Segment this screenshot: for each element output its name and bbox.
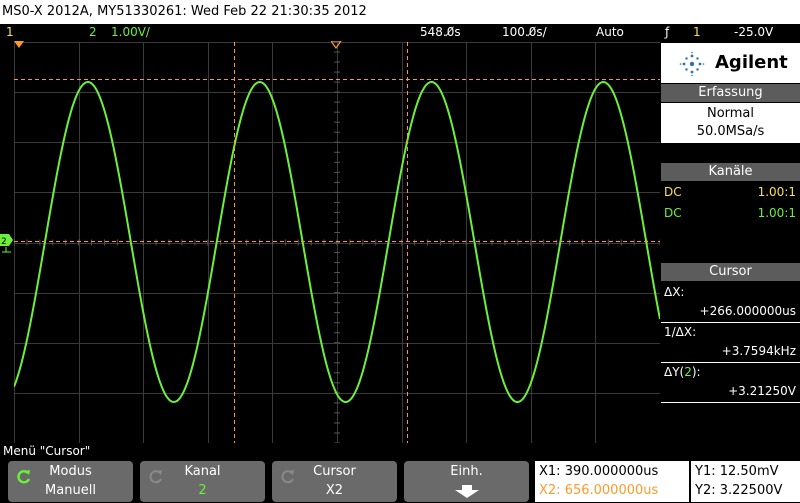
trigger-source: 1 (693, 25, 701, 39)
channel-2-ground-marker[interactable]: 2 (0, 232, 14, 254)
side-panel: Agilent Erfassung Normal 50.0MSa/s Kanäl… (661, 41, 800, 443)
cursor-y-readout: Y1: 12.50mV Y2: 3.22500V (691, 461, 800, 502)
channels-box: DC 1.00:1 DC 1.00:1 (661, 182, 800, 224)
softkey-cursor[interactable]: Cursor X2 (272, 461, 397, 502)
channel-2-indicator[interactable]: 2 (89, 24, 97, 41)
softkey-units-title: Einh. (450, 464, 483, 479)
inverse-delta-x-label: 1/ΔX: (664, 325, 697, 339)
channel-1-probe: 1.00:1 (757, 185, 796, 199)
agilent-spark-icon (679, 51, 705, 77)
acquisition-mode: Normal (706, 106, 755, 121)
acquisition-box: Normal 50.0MSa/s (661, 103, 800, 143)
softkey-cursor-value: X2 (325, 483, 344, 498)
softkey-mode-value: Manuell (45, 483, 96, 498)
time-reference-marker (331, 41, 342, 49)
time-scale: 100.0̸s/ (502, 25, 547, 39)
channel-1-indicator[interactable]: 1 (6, 24, 14, 41)
channel-2-coupling: DC (664, 206, 682, 220)
channel-1-coupling: DC (664, 185, 682, 199)
cursor-box: ΔX: +266.000000us 1/ΔX: +3.7594kHz ΔY(2)… (661, 282, 800, 407)
brand-logo: Agilent (715, 52, 788, 73)
softkey-mode-title: Modus (49, 464, 92, 479)
menu-label: Menü "Cursor" (3, 444, 91, 458)
time-delay: 548.0̸s (420, 25, 461, 39)
softkey-cursor-title: Cursor (313, 464, 356, 479)
divider (661, 362, 800, 363)
cursor-x-readout: X1: 390.000000us X2: 656.000000us (535, 461, 689, 502)
softkey-units[interactable]: Einh. (404, 461, 529, 502)
channel-2-probe: 1.00:1 (757, 206, 796, 220)
softkey-channel-value: 2 (198, 483, 207, 498)
trigger-edge-icon: ƒ (665, 25, 670, 39)
divider (661, 322, 800, 323)
trigger-level: -25.0V (734, 25, 774, 39)
softkey-channel[interactable]: Kanal 2 (140, 461, 265, 502)
waveform-display[interactable] (14, 42, 660, 443)
cursor-header: Cursor (661, 263, 800, 281)
softkey-mode[interactable]: Modus Manuell (8, 461, 133, 502)
y1-readout: Y1: 12.50mV (695, 464, 779, 479)
acquisition-header: Erfassung (661, 84, 800, 102)
svg-text:2: 2 (1, 237, 7, 247)
delta-x-value: +266.000000us (699, 304, 796, 318)
frequency-value: +3.7594kHz (721, 344, 796, 358)
trigger-mode: Auto (596, 25, 624, 39)
graticule (14, 42, 660, 443)
channels-header: Kanäle (661, 163, 800, 181)
softkey-channel-title: Kanal (184, 464, 221, 479)
x2-readout: X2: 656.000000us (539, 483, 659, 498)
divider (661, 402, 800, 403)
channel-2-scale: 1.00V/ (111, 25, 150, 39)
delta-x-label: ΔX: (664, 285, 685, 299)
arrow-down-icon (455, 485, 479, 498)
delta-y-value: +3.21250V (728, 384, 796, 398)
sample-rate: 50.0MSa/s (696, 124, 765, 139)
trigger-position-marker (14, 41, 24, 48)
x1-readout: X1: 390.000000us (539, 464, 659, 479)
delta-y-label: ΔY(2): (664, 365, 701, 379)
window-title: MS0-X 2012A, MY51330261: Wed Feb 22 21:3… (0, 0, 800, 24)
status-bar: 1 2 1.00V/ 548.0̸s 100.0̸s/ Auto ƒ 1 -25… (0, 24, 800, 41)
y2-readout: Y2: 3.22500V (695, 483, 783, 498)
brand-box: Agilent (661, 43, 800, 83)
